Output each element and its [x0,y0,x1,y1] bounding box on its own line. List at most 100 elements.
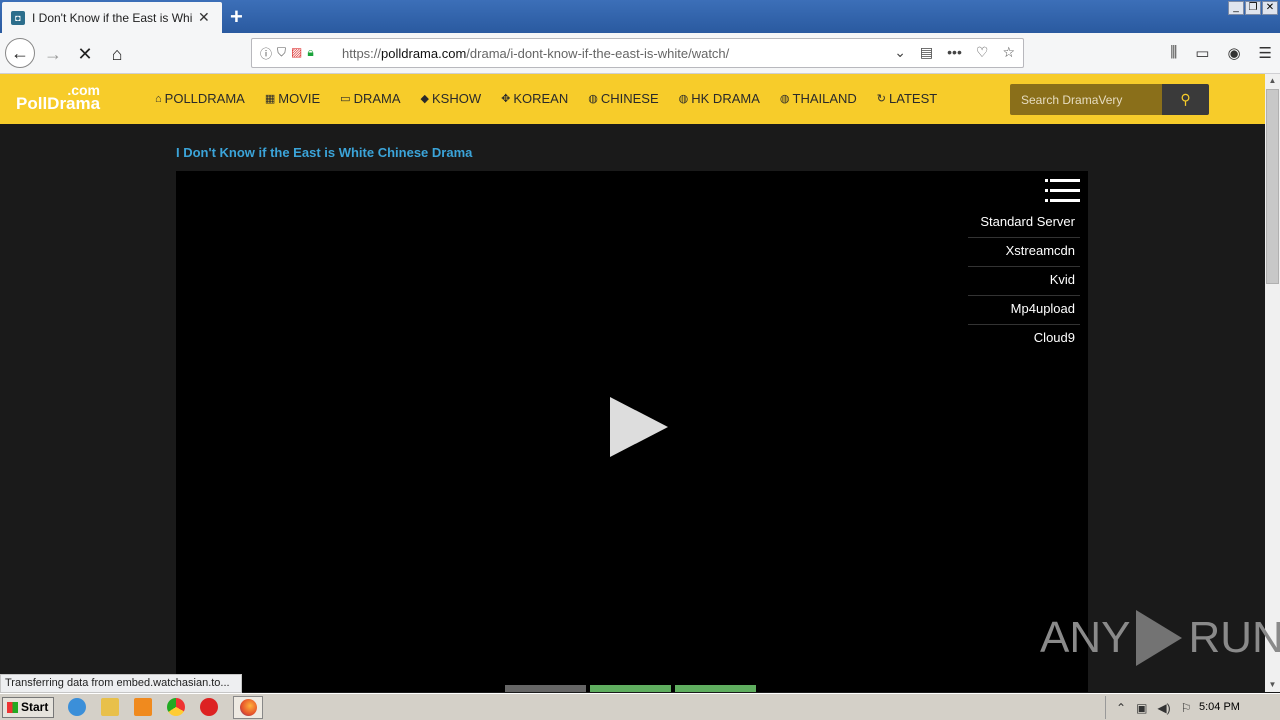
menu-label: MOVIE [278,91,321,106]
watermark-left: ANY [1040,613,1131,662]
account-icon[interactable]: ◉ [1227,44,1240,62]
page-scrollbar[interactable]: ▲ ▼ [1265,74,1280,692]
explorer-icon[interactable] [101,698,119,716]
close-window-icon[interactable]: ✕ [1262,1,1278,15]
blocked-permission-icon[interactable]: ▨ [291,45,302,62]
quick-launch [68,698,218,716]
menu-label: KOREAN [513,91,569,106]
more-actions-icon[interactable]: ••• [947,44,962,61]
menu-item-latest[interactable]: ↻ LATEST [877,91,937,106]
volume-icon[interactable]: ◀) [1157,701,1170,715]
browser-navbar: ← → ✕ ⌂ ⓘ ⛉ ▨ 🔒︎ https://polldrama.com/d… [0,33,1280,74]
stop-loading-icon[interactable]: ✕ [72,41,98,67]
server-option[interactable]: Xstreamcdn [968,238,1080,267]
system-tray: ⌃ ▣ ◀) ⚐ 5:04 PM [1105,696,1280,719]
play-icon[interactable] [610,397,668,457]
tray-expand-icon[interactable]: ⌃ [1116,701,1126,715]
video-player[interactable]: Standard Server Xstreamcdn Kvid Mp4uploa… [176,171,1088,692]
lock-icon[interactable]: 🔒︎ [307,45,313,62]
library-icon[interactable]: ⫼ [1170,44,1177,62]
menu-label: DRAMA [353,91,401,106]
thai-icon: ◍ [779,93,790,105]
window-titlebar: ◘ I Don't Know if the East is White E ✕ … [0,0,1280,33]
gem-icon: ◆ [420,93,429,105]
browser-tab[interactable]: ◘ I Don't Know if the East is White E ✕ [2,2,222,33]
firefox-taskbar-button[interactable] [233,696,263,719]
restore-icon[interactable]: ❐ [1245,1,1261,15]
pocket-icon[interactable]: ♡ [976,44,989,61]
url-bar[interactable]: ⓘ ⛉ ▨ 🔒︎ https://polldrama.com/drama/i-d… [251,38,1024,68]
url-domain: polldrama.com [381,46,467,61]
logo-name-text: PollDrama [16,94,101,113]
chinese-icon: ◍ [588,93,598,105]
forward-arrow-icon[interactable]: → [40,41,66,67]
close-tab-icon[interactable]: ✕ [198,9,210,26]
clock[interactable]: 5:04 PM [1199,701,1240,713]
korean-icon: ✥ [501,93,511,105]
site-header: .com PollDrama ⌂ POLLDRAMA ▦ MOVIE ▭ DRAMA … [0,74,1265,124]
bookmark-star-icon[interactable]: ☆ [1002,44,1015,61]
scrollbar-thumb[interactable] [1266,89,1279,284]
home-icon: ⌂ [155,92,162,105]
menu-label: CHINESE [600,91,659,106]
network-icon[interactable]: ▣ [1136,701,1147,715]
menu-label: LATEST [889,91,938,106]
menu-item-thailand[interactable]: ◍ THAILAND [780,91,857,106]
gray-bar[interactable] [505,685,586,692]
url-actions: ⌄ ▤ ••• ♡ ☆ [894,44,1015,61]
menu-item-hk-drama[interactable]: ◍ HK DRAMA [679,91,760,106]
shield-icon[interactable]: ⛉ [277,45,286,62]
menu-item-chinese[interactable]: ◍ CHINESE [588,91,658,106]
hk-icon: ◍ [678,93,689,105]
server-option[interactable]: Kvid [968,267,1080,296]
menu-item-movie[interactable]: ▦ MOVIE [265,91,320,106]
server-list-icon[interactable] [1045,179,1080,203]
scroll-down-icon[interactable]: ▼ [1265,678,1280,692]
search-input[interactable] [1010,84,1162,115]
back-arrow-icon[interactable]: ← [5,38,35,68]
site-logo[interactable]: .com PollDrama [16,82,106,114]
ie-icon[interactable] [68,698,86,716]
menu-item-korean[interactable]: ✥ KOREAN [501,91,568,106]
search-button[interactable]: ⚲ [1162,84,1209,115]
flag-icon[interactable]: ⚐ [1181,701,1192,715]
server-option[interactable]: Mp4upload [968,296,1080,325]
opera-icon[interactable] [200,698,218,716]
reader-view-icon[interactable]: ▤ [920,44,933,61]
windows-taskbar: Start ⌃ ▣ ◀) ⚐ 5:04 PM [0,693,1280,720]
chrome-icon[interactable] [167,698,185,716]
tv-icon: ▭ [340,93,351,105]
menu-item-drama[interactable]: ▭ DRAMA [340,91,400,106]
menu-label: THAILAND [792,91,857,106]
green-bar[interactable] [675,685,756,692]
firefox-icon [240,699,257,716]
server-option[interactable]: Standard Server [968,209,1080,238]
url-prefix: https:// [342,46,382,61]
search-icon: ⚲ [1180,91,1191,107]
status-bar: Transferring data from embed.watchasian.… [0,674,242,693]
media-player-icon[interactable] [134,698,152,716]
menu-item-kshow[interactable]: ◆ KSHOW [421,91,482,106]
scroll-up-icon[interactable]: ▲ [1265,74,1280,88]
menu-hamburger-icon[interactable]: ☰ [1259,44,1272,62]
green-bar[interactable] [590,685,671,692]
player-bottom-bars [505,685,756,692]
menu-label: HK DRAMA [691,91,760,106]
chevron-down-icon[interactable]: ⌄ [894,44,906,61]
info-icon[interactable]: ⓘ [260,45,272,62]
main-menu: ⌂ POLLDRAMA ▦ MOVIE ▭ DRAMA ◆ KSHOW ✥ KOREAN … [155,91,957,106]
page-title[interactable]: I Don't Know if the East is White Chines… [176,145,472,160]
film-icon: ▦ [264,93,276,105]
browser-toolbar: ⫼ ▭ ◉ ☰ [1170,44,1272,62]
server-list: Standard Server Xstreamcdn Kvid Mp4uploa… [968,209,1080,354]
minimize-icon[interactable]: _ [1228,1,1244,15]
new-tab-icon[interactable]: + [230,4,243,30]
anyrun-watermark: ANY RUN [1040,610,1280,666]
url-text[interactable]: https://polldrama.com/drama/i-dont-know-… [342,46,729,61]
start-button[interactable]: Start [2,697,54,718]
home-icon[interactable]: ⌂ [104,41,130,67]
sidebar-icon[interactable]: ▭ [1195,44,1209,62]
menu-item-polldrama[interactable]: ⌂ POLLDRAMA [155,91,245,106]
server-option[interactable]: Cloud9 [968,325,1080,354]
refresh-icon: ↻ [876,93,887,105]
